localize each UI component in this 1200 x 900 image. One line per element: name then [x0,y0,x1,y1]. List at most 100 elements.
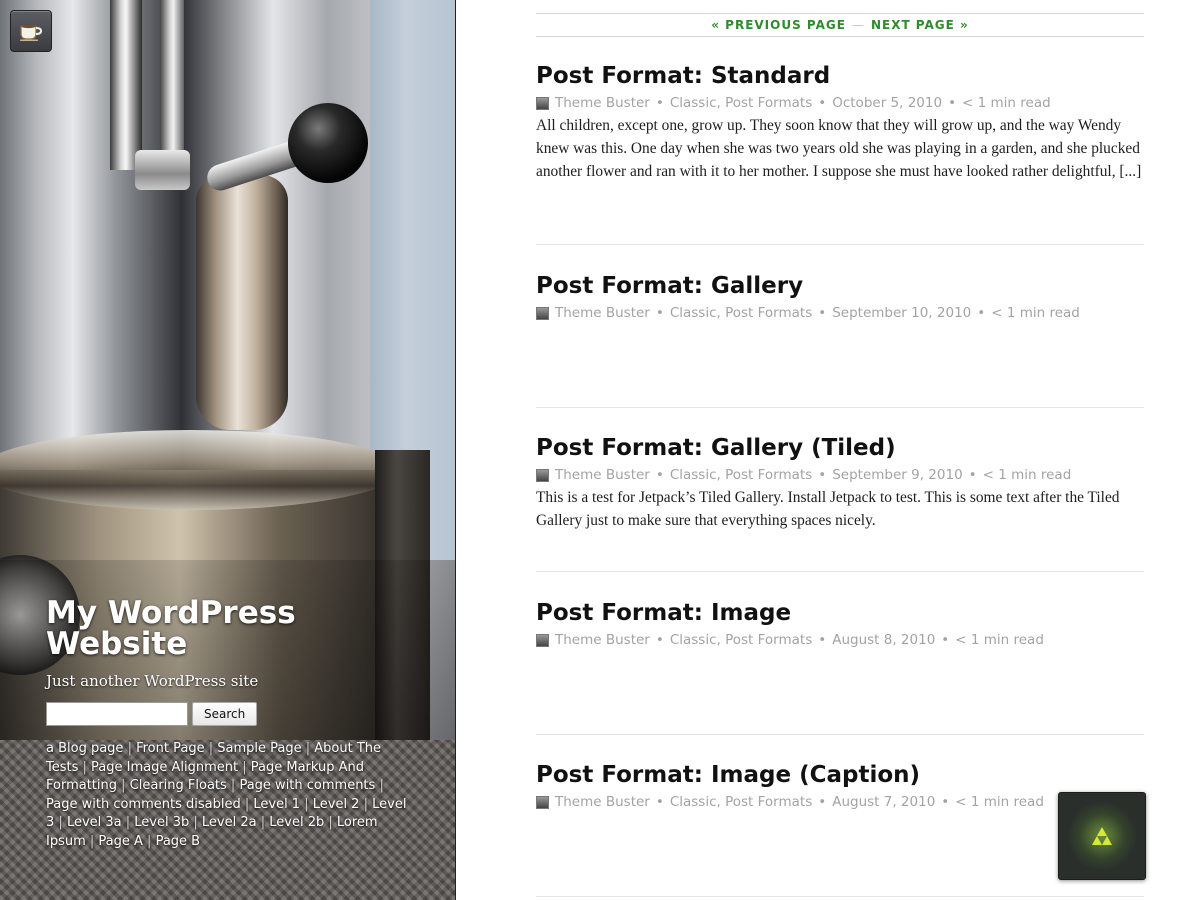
post-categories[interactable]: Classic, Post Formats [670,95,812,111]
page-link-separator: | [204,741,218,756]
post-author[interactable]: Theme Buster [555,95,650,111]
post-date[interactable]: August 7, 2010 [832,794,935,810]
meta-separator: • [818,794,827,810]
page-link[interactable]: Page with comments disabled [46,797,241,812]
page-link-separator: | [240,796,254,812]
page-link-separator: | [78,759,92,775]
post-author[interactable]: Theme Buster [555,467,650,483]
post-title[interactable]: Post Format: Image [536,599,1144,627]
post-entry: Post Format: Gallery Theme Buster • Clas… [536,272,1144,325]
next-page-link[interactable]: NEXT PAGE » [871,18,969,32]
search-form: Search [46,702,426,726]
page-link[interactable]: Level 3b [134,815,189,830]
post-entry: Post Format: Gallery (Tiled) Theme Buste… [536,434,1144,533]
page-link-separator: | [300,796,313,812]
floating-widget-button[interactable] [1058,792,1146,880]
page-link-separator: | [226,778,240,794]
meta-separator: • [655,95,664,111]
page-links-nav: a Blog page | Front Page | Sample Page |… [46,740,416,852]
post-entry: Post Format: Image (Caption) Theme Buste… [536,761,1144,814]
post-meta: Theme Buster • Classic, Post Formats • S… [536,467,1144,483]
post-divider [536,244,1144,245]
previous-page-link[interactable]: « PREVIOUS PAGE [711,18,846,32]
post-title[interactable]: Post Format: Gallery (Tiled) [536,434,1144,462]
page-link[interactable]: Page with comments [239,778,375,793]
site-title[interactable]: My WordPress Website [46,598,426,660]
post-meta: Theme Buster • Classic, Post Formats • S… [536,305,1144,321]
post-date[interactable]: October 5, 2010 [832,95,942,111]
post-date[interactable]: August 8, 2010 [832,632,935,648]
search-button[interactable]: Search [192,702,258,726]
post-entry: Post Format: Image Theme Buster • Classi… [536,599,1144,652]
post-categories[interactable]: Classic, Post Formats [670,467,812,483]
site-description: Just another WordPress site [46,672,259,690]
meta-separator: • [948,95,957,111]
page-link-separator: | [117,778,130,794]
widget-glow [1067,801,1137,871]
site-branding: My WordPress Website Just another WordPr… [46,598,426,852]
page-link[interactable]: Sample Page [217,741,301,756]
post-author[interactable]: Theme Buster [555,632,650,648]
triforce-icon [1092,827,1112,845]
meta-separator: • [818,95,827,111]
meta-separator: • [818,305,827,321]
avatar-icon [536,633,549,647]
page-link[interactable]: Page B [156,834,201,849]
page-link-separator: | [54,815,67,831]
avatar-icon [536,795,549,809]
coffee-cup-icon[interactable] [10,10,52,52]
search-input[interactable] [46,702,188,726]
page-link[interactable]: Level 3a [67,815,122,830]
post-divider [536,571,1144,572]
post-meta: Theme Buster • Classic, Post Formats • A… [536,794,1144,810]
post-date[interactable]: September 9, 2010 [832,467,962,483]
post-categories[interactable]: Classic, Post Formats [670,305,812,321]
meta-separator: • [818,467,827,483]
meta-separator: • [818,632,827,648]
post-title[interactable]: Post Format: Gallery [536,272,1144,300]
meta-separator: • [655,467,664,483]
post-read-time: < 1 min read [991,305,1080,321]
post-author[interactable]: Theme Buster [555,305,650,321]
page-link-separator: | [256,815,270,831]
post-categories[interactable]: Classic, Post Formats [670,794,812,810]
post-entry: Post Format: Standard Theme Buster • Cla… [536,62,1144,183]
post-excerpt: All children, except one, grow up. They … [536,117,1142,180]
meta-separator: • [977,305,986,321]
post-read-time: < 1 min read [955,632,1044,648]
page-link[interactable]: Level 2b [269,815,324,830]
sidebar: My WordPress Website Just another WordPr… [0,0,456,900]
page-link-separator: | [142,833,156,849]
meta-separator: • [941,794,950,810]
post-divider [536,896,1144,897]
page-link[interactable]: a Blog page [46,741,123,756]
post-excerpt: This is a test for Jetpack’s Tiled Galle… [536,489,1120,529]
page-link[interactable]: Front Page [136,741,205,756]
post-meta: Theme Buster • Classic, Post Formats • O… [536,95,1144,111]
page-link-separator: | [123,741,137,756]
page-link[interactable]: Level 2a [202,815,257,830]
meta-separator: • [655,794,664,810]
post-read-time: < 1 min read [955,794,1044,810]
page-link[interactable]: Level 1 [253,797,300,812]
post-title[interactable]: Post Format: Image (Caption) [536,761,1144,789]
post-author[interactable]: Theme Buster [555,794,650,810]
page-link[interactable]: Page A [98,834,143,849]
meta-separator: • [941,632,950,648]
post-title[interactable]: Post Format: Standard [536,62,1144,90]
post-divider [536,407,1144,408]
meta-separator: • [655,305,664,321]
page-link-separator: | [359,796,373,812]
page-link-separator: | [121,815,135,831]
post-date[interactable]: September 10, 2010 [832,305,971,321]
page-link[interactable]: Level 2 [313,797,360,812]
page-link-separator: | [301,741,315,756]
meta-separator: • [655,632,664,648]
page-link-separator: | [238,759,251,775]
meta-separator: • [968,467,977,483]
avatar-icon [536,96,549,110]
page-link[interactable]: Page Image Alignment [91,760,238,775]
post-read-time: < 1 min read [982,467,1072,483]
post-categories[interactable]: Classic, Post Formats [670,632,812,648]
page-link[interactable]: Clearing Floats [130,778,227,793]
